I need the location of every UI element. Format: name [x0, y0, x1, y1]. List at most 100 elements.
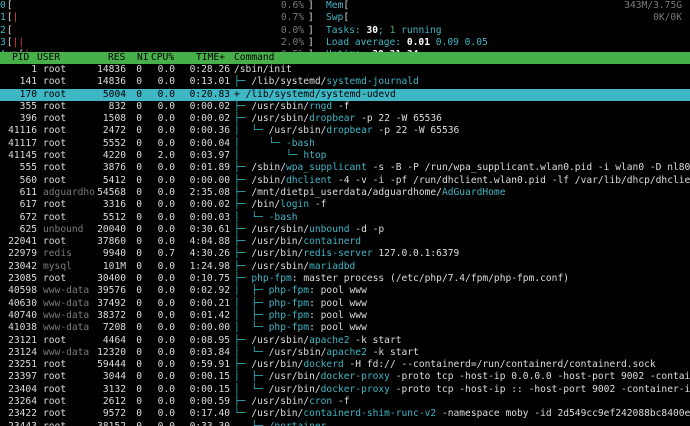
cpu-meter-row: 0[0.6%] Mem[343M/3.75G	[0, 0, 690, 12]
header-pid[interactable]: PID	[12, 52, 29, 64]
command-cell: │ └─ htop	[234, 150, 326, 162]
time-cell: 0:59.91	[189, 359, 230, 371]
command-path: /lib/systemd/	[245, 88, 321, 100]
cpu-cell: 0.0	[157, 273, 175, 285]
command-path: /usr/sbin/	[251, 100, 310, 112]
process-row[interactable]: 625 unbound 20040 0 0.0 0:30.61 ├─ /usr/sbin/u…	[0, 224, 690, 236]
command-args: : pool www	[309, 309, 367, 321]
cpu-cell: 0.0	[157, 223, 175, 235]
process-row[interactable]: 41038 www-data 7208 0 0.0 0:00.00 │ └─ php-fpm…	[0, 322, 690, 334]
res-cell: 3316	[102, 199, 126, 211]
time-cell: 0:02.92	[189, 285, 230, 297]
command-path: /mnt/dietpi_userdata/adguardhome/	[251, 186, 442, 198]
pid-cell: 40630	[8, 297, 37, 309]
process-table-header[interactable]: PID USER RES NI CPU% TIME+ Command	[0, 52, 690, 64]
cpu-bar-open: [	[6, 0, 13, 11]
process-row[interactable]: 23404 root 3132 0 0.0 0:00.15 │ └─ /usr/bin/do…	[0, 384, 690, 396]
res-cell: 5412	[102, 174, 126, 186]
time-cell: 0:01.42	[189, 309, 230, 321]
process-row[interactable]: 40630 www-data 37492 0 0.0 0:00.21 │ ├─ php-fp…	[0, 298, 690, 310]
tree-branch: ├─	[234, 396, 252, 408]
process-row[interactable]: 672 root 5512 0 0.0 0:00.03 │ └─ -bash	[0, 212, 690, 224]
process-row[interactable]: 1 root 14836 0 0.0 0:28.26/sbin/init	[0, 64, 690, 76]
process-row[interactable]: 22979 redis 9940 0 0.7 4:30.26 ├─ /usr/bin/red…	[0, 248, 690, 260]
pid-cell: 355	[19, 100, 37, 112]
res-cell: 2612	[102, 396, 126, 408]
header-res[interactable]: RES	[108, 52, 125, 64]
cpu-cell: 0.0	[157, 100, 175, 112]
process-row[interactable]: 396 root 1508 0 0.0 0:00.02 ├─ /usr/sbin/dropb…	[0, 113, 690, 125]
pid-cell: 23443	[0, 421, 37, 426]
cpu-cell: 0.0	[157, 162, 175, 174]
process-row[interactable]: 22041 root 37860 0 0.0 4:04.88 ├─ /usr/bin/con…	[0, 236, 690, 248]
process-row[interactable]: 555 root 3876 0 0.0 0:01.89 ├─ /sbin/wpa_suppl…	[0, 162, 690, 174]
process-row[interactable]: 170 root 5004 0 0.0 0:20.83 + /lib/systemd/sys…	[0, 88, 690, 101]
command-cell: │ ├─ /usr/bin/docker-proxy -proto tcp -h…	[234, 371, 690, 383]
res-cell: 4220	[102, 150, 126, 162]
ni-cell: 0	[136, 396, 142, 408]
command-name: php-fpm	[268, 285, 310, 297]
cpu-cell: 0.0	[157, 408, 175, 420]
htop-terminal: 0[0.6%] Mem[343M/3.75G 1 [| 0.7%] Swp[0K/0K 2[…	[0, 0, 690, 426]
cpu-value: 0.6%	[280, 0, 304, 11]
header-time[interactable]: TIME+	[196, 52, 225, 64]
load-label: Load average:	[326, 36, 407, 48]
load-5: 0.09	[435, 36, 459, 48]
process-row[interactable]: 23124 www-data 12320 0 0.0 0:03.84 │ └─ /usr/s…	[0, 347, 690, 359]
cpu-value: 0.0%	[280, 24, 304, 36]
command-args: -k start	[349, 334, 402, 346]
command-args: -k start	[366, 346, 419, 358]
ni-cell: 0	[136, 125, 142, 137]
ni-cell: 0	[136, 297, 142, 309]
process-row[interactable]: 23121 root 4464 0 0.0 0:08.95 ├─ /usr/sbin/apa…	[0, 335, 690, 347]
process-row[interactable]: 560 root 5412 0 0.0 0:00.00 ├─ /sbin/dhclient …	[0, 175, 690, 187]
process-row[interactable]: 41145 root 4220 0 2.0 0:03.97 │ └─ htop	[0, 150, 690, 162]
command-cell: │ └─ -bash	[234, 138, 315, 150]
command-args: -f	[309, 199, 327, 211]
header-user[interactable]: USER	[37, 52, 60, 64]
command-name: dropbear	[309, 113, 356, 125]
cpu-cell: 0.0	[157, 137, 175, 149]
load-15: 0.05	[464, 36, 488, 48]
process-row[interactable]: 23264 root 2612 0 0.0 0:00.59 ├─ /usr/sbin/cro…	[0, 396, 690, 408]
process-row[interactable]: 23443root3815200.00:33.30 └─ /portainer	[0, 421, 690, 426]
header-command[interactable]: Command	[234, 52, 274, 64]
pid-cell: 23124	[8, 346, 37, 358]
ni-cell: 0	[136, 186, 142, 198]
time-cell: 0:00.03	[189, 211, 230, 223]
process-row[interactable]: 41117 root 5552 0 0.0 0:00.04 │ └─ -bash	[0, 138, 690, 150]
process-row[interactable]: 141 root 14836 0 0.0 0:13.01 ├─ /lib/systemd/s…	[0, 76, 690, 88]
command-path: /usr/sbin/	[251, 113, 310, 125]
process-row[interactable]: 23042 mysql 101M 0 0.0 1:24.98 ├─ /usr/sbin/ma…	[0, 261, 690, 273]
tree-branch: │ └─	[234, 383, 269, 395]
process-row[interactable]: 40740 www-data 38372 0 0.0 0:01.42 │ ├─ php-fp…	[0, 310, 690, 322]
tree-branch: ├─	[234, 273, 252, 285]
cpu-bar: [||	[7, 37, 24, 49]
process-row[interactable]: 40598 www-data 39576 0 0.0 0:02.92 │ ├─ php-fp…	[0, 285, 690, 297]
process-row[interactable]: 355 root 832 0 0.0 0:00.02 ├─ /usr/sbin/rngd -…	[0, 101, 690, 113]
res-cell: 3044	[102, 371, 126, 383]
cpu-cell: 0.0	[157, 211, 175, 223]
command-cell: │ └─ /usr/sbin/apache2 -k start	[234, 347, 419, 359]
command-name: php-fpm	[268, 297, 310, 309]
process-row[interactable]: 617 root 3316 0 0.0 0:00.02 ├─ /bin/login -f	[0, 199, 690, 211]
command-args: -p 22 -W 65536	[372, 125, 460, 137]
time-cell: 0:00.00	[189, 322, 230, 334]
command-cell: │ └─ /usr/bin/docker-proxy -proto tcp -h…	[234, 384, 690, 396]
ni-cell: 0	[136, 211, 142, 223]
ni-cell: 0	[136, 162, 142, 174]
process-row[interactable]: 23397 root 3044 0 0.0 0:00.15 │ ├─ /usr/bin/do…	[0, 371, 690, 383]
meters-area: 0[0.6%] Mem[343M/3.75G 1 [| 0.7%] Swp[0K/0K 2[…	[0, 0, 690, 60]
header-cpu[interactable]: CPU%	[151, 52, 174, 64]
pid-cell: 1	[31, 64, 37, 75]
time-cell: 0:03.84	[189, 346, 230, 358]
process-row[interactable]: 23251 root 59444 0 0.0 0:59.91 ├─ /usr/bin/doc…	[0, 359, 690, 371]
process-row[interactable]: 611 adguardho 54568 0 0.0 2:35.08 ├─ /mnt/diet…	[0, 187, 690, 199]
process-row[interactable]: 23085 root 30400 0 0.0 0:10.75 ├─ php-fpm: mas…	[0, 273, 690, 285]
command-args: : pool www	[309, 322, 367, 334]
process-row[interactable]: 41116 root 2472 0 0.0 0:00.36 │ └─ /usr/sbin/d…	[0, 125, 690, 137]
tree-branch: │ └─	[234, 346, 269, 358]
process-row[interactable]: 23422 root 9572 0 0.0 0:17.40 └─ /usr/bin/cont…	[0, 408, 690, 420]
command-cell: ├─ /usr/sbin/mariadbd	[234, 261, 355, 273]
header-ni[interactable]: NI	[137, 52, 149, 64]
